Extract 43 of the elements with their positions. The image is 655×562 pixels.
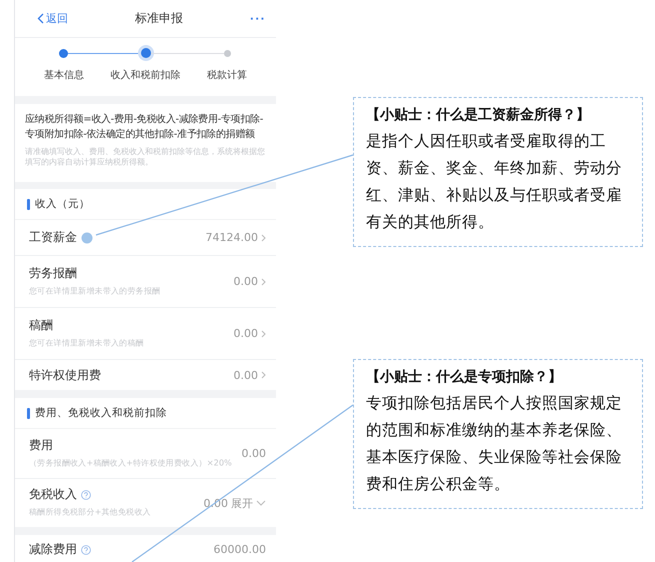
step-label: 基本信息: [44, 68, 84, 82]
row-hint: 稿酬所得免税部分+其他免税收入: [29, 508, 152, 518]
row-label: 劳务报酬: [29, 264, 77, 282]
chevron-icon: [261, 278, 266, 286]
list-row[interactable]: 减除费用 60000.00: [15, 535, 276, 562]
row-value: 60000.00: [214, 543, 266, 556]
caret-icon: [256, 500, 266, 506]
step-label: 税款计算: [207, 68, 248, 82]
list-row[interactable]: 工资薪金 74124.00: [15, 220, 276, 256]
chevron-icon: [261, 330, 266, 338]
help-icon[interactable]: [81, 490, 91, 500]
callout-title: 【小贴士：什么是工资薪金所得？】: [366, 106, 591, 125]
row-label: 特许权使用费: [29, 366, 101, 384]
chevron-icon: [261, 371, 266, 379]
formula-text: 应纳税所得额=收入-费用-免税收入-减除费用-专项扣除-专项附加扣除-依法确定的其他扣除-准予扣除的捐赠额: [25, 112, 264, 142]
row-value: 0.00: [234, 327, 258, 340]
chevron-icon: [261, 234, 266, 242]
callout-text: 是指个人因任职或者受雇取得的工资、薪金、奖金、年终加薪、劳动分红、津贴、补贴以及与任职或者受雇有关的其他所得。: [366, 131, 623, 233]
row-hint: （劳务报酬收入+稿酬收入+特许权使用费收入）×20%: [29, 458, 233, 468]
formula-hint: 请准确填写收入、费用、免税收入和税前扣除等信息，系统将根据您填写的内容自动计算应纳税所得额。: [25, 147, 266, 168]
row-label: 费用: [29, 436, 53, 454]
more-button[interactable]: ···: [250, 11, 266, 26]
back-icon: [37, 13, 44, 24]
row-label: 稿酬: [29, 316, 53, 334]
row-value: 0.00: [234, 368, 258, 382]
list-row[interactable]: 费用 （劳务报酬收入+稿酬收入+特许权使用费收入）×20% 0.00: [15, 429, 276, 479]
section-title: 费用、免税收入和税前扣除: [35, 406, 167, 420]
back-button[interactable]: 返回: [37, 11, 68, 26]
help-icon[interactable]: [81, 544, 91, 554]
step-label: 收入和税前扣除: [110, 68, 180, 82]
row-value: 0.00: [242, 447, 266, 460]
row-label: 免税收入: [29, 486, 77, 503]
section-title: 收入（元）: [35, 197, 90, 211]
row-value: 0.00: [234, 275, 258, 288]
list-row[interactable]: 特许权使用费 0.00: [15, 360, 276, 390]
section-marker: [27, 408, 30, 418]
screen-title: 标准申报: [134, 10, 184, 27]
callout-text: 专项扣除包括居民个人按照国家规定的范围和标准缴纳的基本养老保险、基本医疗保险、失业保险等社会保险费和住房公积金等。: [366, 393, 623, 495]
callout-title: 【小贴士：什么是专项扣除？】: [366, 368, 563, 387]
row-value: 74124.00: [206, 231, 258, 244]
row-label: 减除费用: [29, 541, 77, 558]
row-label: 工资薪金: [29, 229, 77, 246]
section-marker: [27, 198, 30, 210]
